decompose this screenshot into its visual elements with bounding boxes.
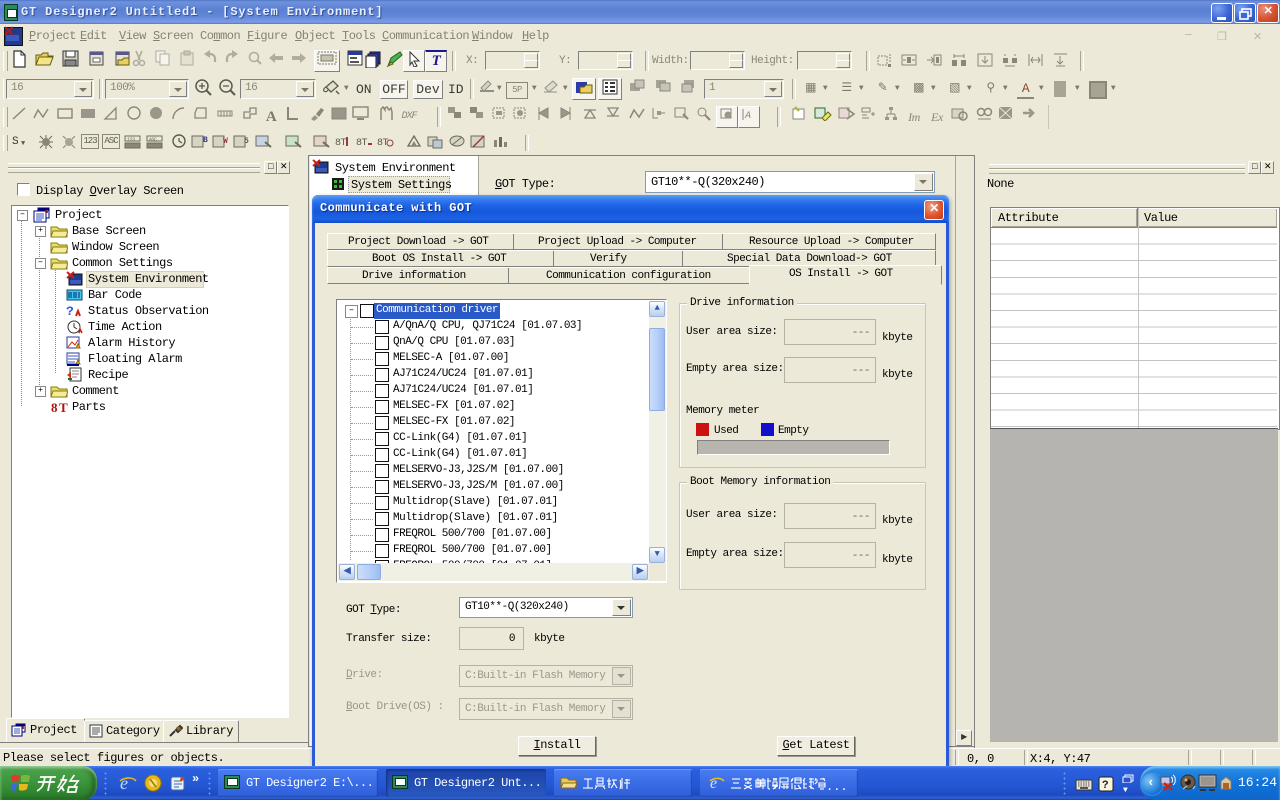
svg-text:5: 5: [244, 137, 249, 146]
svg-text:ASC: ASC: [149, 137, 157, 143]
svg-text:?: ?: [66, 304, 74, 319]
svg-text:B: B: [203, 136, 208, 145]
svg-text:8: 8: [51, 400, 58, 415]
svg-text:e: e: [710, 775, 717, 792]
svg-text:123: 123: [127, 137, 135, 143]
svg-text:A: A: [744, 111, 751, 122]
svg-text:8T: 8T: [356, 138, 368, 149]
svg-text:?: ?: [1102, 780, 1108, 792]
svg-text:W: W: [223, 137, 228, 146]
svg-text:e: e: [120, 773, 128, 793]
svg-text:T: T: [59, 400, 68, 415]
svg-text:8T: 8T: [335, 138, 347, 149]
